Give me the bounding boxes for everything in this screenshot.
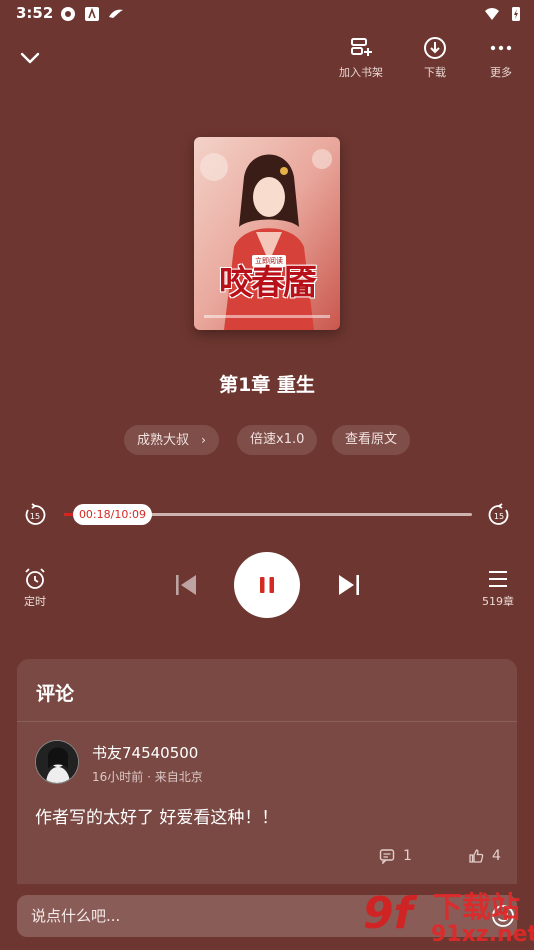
add-to-shelf-icon	[351, 38, 372, 56]
reply-count-button[interactable]: 1	[379, 848, 412, 864]
view-original-chip[interactable]: 查看原文	[332, 425, 411, 455]
download-label: 下载	[424, 66, 446, 79]
aperture-icon	[61, 7, 75, 21]
battery-icon	[512, 7, 520, 21]
speed-chip[interactable]: 倍速x1.0	[237, 425, 318, 455]
skip-forward-seconds: 15	[494, 512, 504, 521]
pause-icon	[260, 577, 274, 593]
bird-icon	[109, 9, 123, 18]
avatar[interactable]	[35, 740, 79, 784]
watermark-domain: 91xz.net	[431, 922, 534, 947]
download-button[interactable]: 下载	[405, 36, 465, 84]
comments-header: 评论	[17, 659, 517, 722]
status-bar: 3:52	[0, 0, 534, 28]
like-button[interactable]: 4	[468, 848, 501, 864]
reply-count: 1	[403, 848, 412, 864]
list-icon	[489, 571, 507, 587]
add-to-shelf-label: 加入书架	[339, 66, 383, 79]
more-label: 更多	[490, 66, 512, 79]
progress-time-thumb[interactable]: 00:18/10:09	[73, 504, 152, 525]
pause-button[interactable]	[234, 552, 300, 618]
wifi-icon	[485, 8, 499, 20]
watermark-mark: 9f	[363, 888, 413, 939]
comment-username[interactable]: 书友74540500	[92, 742, 198, 763]
view-original-label: 查看原文	[345, 432, 398, 447]
add-to-shelf-button[interactable]: 加入书架	[331, 36, 391, 84]
next-chapter-icon[interactable]	[336, 572, 362, 598]
download-icon	[424, 37, 446, 59]
skip-back-15-button[interactable]: 15	[23, 503, 47, 527]
rewind-15-icon: 15	[25, 503, 46, 525]
previous-chapter-icon[interactable]	[173, 572, 199, 598]
avatar-image	[36, 741, 78, 783]
skip-forward-15-button[interactable]: 15	[487, 503, 511, 527]
sleep-timer-button[interactable]: 定时	[15, 567, 55, 609]
chapter-title: 第1章 重生	[219, 374, 315, 396]
collapse-chevron-icon[interactable]	[18, 46, 42, 70]
narrator-label: 成熟大叔	[137, 433, 190, 448]
more-icon	[490, 45, 512, 51]
skip-back-seconds: 15	[30, 512, 40, 521]
status-time: 3:52	[16, 4, 54, 22]
watermark-brand: 下载站	[433, 890, 521, 924]
speed-label: 倍速x1.0	[250, 432, 305, 447]
comment-text: 作者写的太好了 好爱看这种！！	[35, 808, 279, 828]
book-cover: 立即阅读 咬春靥	[194, 137, 340, 330]
comments-title: 评论	[36, 683, 75, 705]
chevron-right-icon: ›	[201, 433, 206, 447]
site-watermark-logo: 9f 下载站 91xz.net	[363, 884, 534, 950]
chapter-list-button[interactable]: 519章	[478, 567, 518, 609]
app-notification-icon	[85, 7, 99, 21]
comment-meta: 16小时前 · 来自北京	[92, 770, 203, 784]
thumbs-up-icon	[469, 849, 484, 863]
alarm-clock-icon	[25, 568, 45, 589]
chapters-count-label: 519章	[482, 595, 514, 608]
forward-15-icon: 15	[488, 503, 509, 525]
cover-title: 咬春靥	[219, 263, 317, 303]
timer-label: 定时	[24, 595, 46, 608]
more-button[interactable]: 更多	[471, 36, 531, 84]
comment-bubble-icon	[379, 849, 395, 864]
narrator-chip[interactable]: 成熟大叔 ›	[124, 425, 219, 455]
like-count: 4	[492, 848, 501, 864]
